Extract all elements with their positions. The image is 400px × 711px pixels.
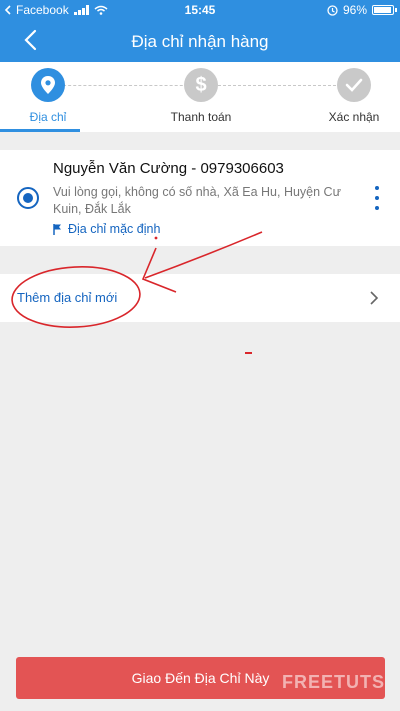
location-lock-icon bbox=[327, 4, 338, 16]
step-label: Xác nhận bbox=[328, 110, 380, 124]
check-icon bbox=[337, 68, 371, 102]
annotation-dash bbox=[245, 352, 252, 354]
address-name-phone: Nguyễn Văn Cường - 0979306603 bbox=[53, 160, 284, 177]
step-label: Thanh toán bbox=[170, 110, 232, 124]
more-options-icon[interactable] bbox=[370, 186, 384, 210]
status-bar: Facebook 15:45 96% bbox=[0, 0, 400, 20]
watermark: FREETUTS bbox=[282, 672, 386, 692]
step-address[interactable]: Địa chỉ bbox=[8, 68, 88, 124]
active-step-indicator bbox=[0, 129, 80, 132]
add-address-row[interactable]: Thêm địa chỉ mới bbox=[0, 274, 400, 322]
add-address-label: Thêm địa chỉ mới bbox=[17, 290, 118, 305]
address-radio[interactable] bbox=[17, 187, 39, 209]
checkout-steps: Địa chỉ $ Thanh toán Xác nhận bbox=[0, 62, 400, 132]
app-header: Facebook 15:45 96% Địa chỉ nhận hàng bbox=[0, 0, 400, 62]
step-payment[interactable]: $ Thanh toán bbox=[161, 68, 241, 124]
flag-icon bbox=[53, 223, 61, 235]
page-title: Địa chỉ nhận hàng bbox=[131, 32, 269, 51]
address-card[interactable]: Nguyễn Văn Cường - 0979306603 Vui lòng g… bbox=[0, 150, 400, 246]
default-address-label: Địa chỉ mặc định bbox=[68, 222, 161, 236]
default-address-tag: Địa chỉ mặc định bbox=[53, 222, 160, 236]
step-label: Địa chỉ bbox=[29, 110, 67, 124]
location-pin-icon bbox=[31, 68, 65, 102]
chevron-right-icon bbox=[370, 291, 379, 305]
dollar-icon: $ bbox=[184, 68, 218, 102]
step-confirm[interactable]: Xác nhận bbox=[314, 68, 394, 124]
battery-icon bbox=[372, 5, 397, 15]
battery-percent: 96% bbox=[342, 3, 367, 17]
address-detail: Vui lòng gọi, không có số nhà, Xã Ea Hu,… bbox=[53, 185, 341, 216]
